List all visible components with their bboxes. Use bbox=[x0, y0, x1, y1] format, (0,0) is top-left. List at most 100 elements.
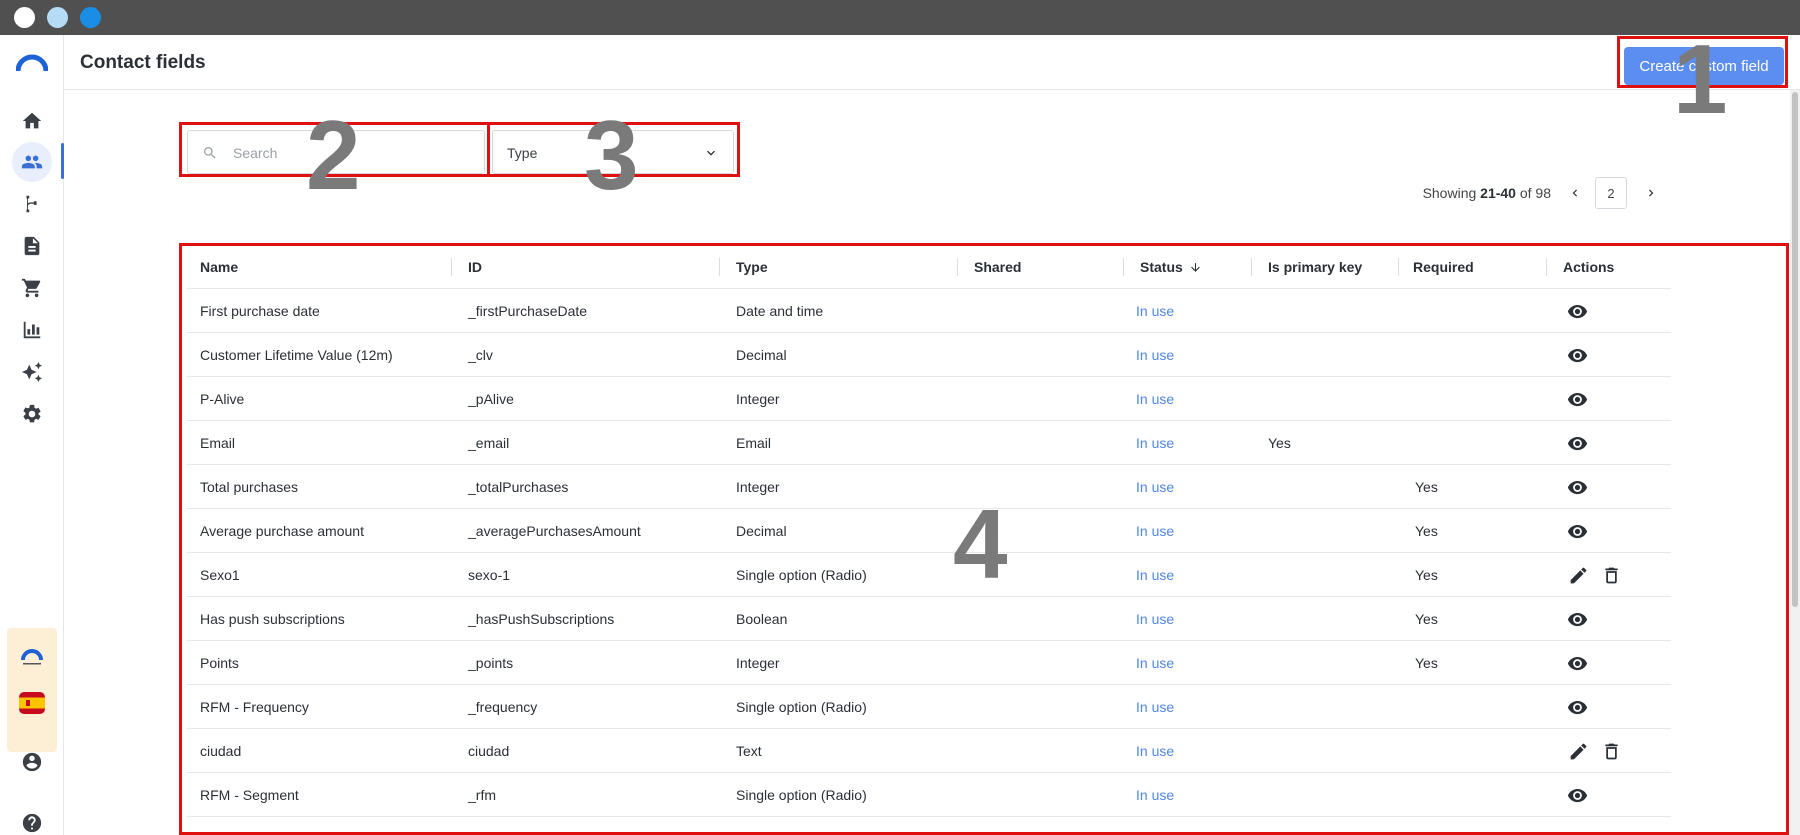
cell-required: Yes bbox=[1415, 479, 1438, 495]
cell-type: Integer bbox=[736, 391, 780, 407]
cell-status[interactable]: In use bbox=[1136, 729, 1174, 773]
sidebar-item-automation[interactable] bbox=[12, 184, 52, 224]
cell-id: _clv bbox=[468, 347, 493, 363]
table-row[interactable]: Average purchase amount _averagePurchases… bbox=[187, 509, 1671, 553]
sidebar-item-contacts[interactable] bbox=[12, 142, 52, 182]
chevron-right-icon bbox=[1649, 189, 1654, 197]
table-row[interactable]: ciudad ciudad Text In use bbox=[187, 729, 1671, 773]
cell-id: _frequency bbox=[468, 699, 538, 715]
promo-panel[interactable] bbox=[7, 628, 57, 752]
cell-status[interactable]: In use bbox=[1136, 773, 1174, 817]
previous-page-button[interactable] bbox=[1561, 179, 1589, 207]
page-title: Contact fields bbox=[80, 52, 206, 73]
view-icon[interactable] bbox=[1567, 477, 1588, 498]
cell-status[interactable]: In use bbox=[1136, 685, 1174, 729]
annotation-label-4: 4 bbox=[953, 489, 1008, 599]
search-icon bbox=[204, 147, 216, 159]
spain-flag-icon[interactable] bbox=[19, 692, 45, 714]
window-maximize-button[interactable] bbox=[80, 7, 101, 28]
cell-type: Decimal bbox=[736, 523, 787, 539]
cell-status[interactable]: In use bbox=[1136, 597, 1174, 641]
sidebar-item-home[interactable] bbox=[12, 101, 52, 141]
table-row[interactable]: P-Alive _pAlive Integer In use bbox=[187, 377, 1671, 421]
sidebar-item-ai[interactable] bbox=[12, 352, 52, 392]
cell-type: Email bbox=[736, 435, 772, 451]
table-row[interactable]: Has push subscriptions _hasPushSubscripti… bbox=[187, 597, 1671, 641]
column-header-status-label: Status bbox=[1140, 259, 1183, 275]
table-row[interactable]: RFM - Segment _rfm Single option (Radio) In… bbox=[187, 773, 1671, 817]
window-titlebar bbox=[0, 0, 1800, 35]
delete-icon[interactable] bbox=[1601, 741, 1622, 762]
cell-name: Email bbox=[200, 435, 236, 451]
table-row[interactable]: RFM - Frequency _frequency Single option (… bbox=[187, 685, 1671, 729]
column-header-primary-key[interactable]: Is primary key bbox=[1268, 245, 1362, 289]
annotation-label-3: 3 bbox=[584, 100, 639, 210]
settings-icon bbox=[23, 404, 41, 423]
pagination-total: of 98 bbox=[1519, 185, 1551, 201]
cell-status[interactable]: In use bbox=[1136, 289, 1174, 333]
table-row[interactable]: Sexo1 sexo-1 Single option (Radio) In use Ye… bbox=[187, 553, 1671, 597]
cell-type: Single option (Radio) bbox=[736, 567, 867, 583]
sidebar-active-indicator bbox=[61, 143, 64, 179]
cell-id: ciudad bbox=[468, 743, 510, 759]
column-header-name[interactable]: Name bbox=[200, 245, 238, 289]
window-close-button[interactable] bbox=[14, 7, 35, 28]
edit-icon[interactable] bbox=[1568, 741, 1589, 762]
table-row[interactable]: Points _points Integer In use Yes bbox=[187, 641, 1671, 685]
view-icon[interactable] bbox=[1567, 389, 1588, 410]
delete-icon[interactable] bbox=[1601, 565, 1622, 586]
view-icon[interactable] bbox=[1567, 521, 1588, 542]
page-header: Contact fields Create custom field bbox=[64, 35, 1800, 90]
sidebar bbox=[0, 35, 64, 835]
view-icon[interactable] bbox=[1567, 301, 1588, 322]
scrollbar-thumb[interactable] bbox=[1792, 92, 1798, 607]
table-row[interactable]: First purchase date _firstPurchaseDate Dat… bbox=[187, 289, 1671, 333]
column-header-status[interactable]: Status bbox=[1140, 245, 1202, 289]
ai-icon bbox=[21, 361, 43, 383]
view-icon[interactable] bbox=[1567, 653, 1588, 674]
cell-required: Yes bbox=[1415, 655, 1438, 671]
sidebar-item-account[interactable] bbox=[12, 742, 52, 782]
table-row[interactable]: Total purchases _totalPurchases Integer In … bbox=[187, 465, 1671, 509]
cell-status[interactable]: In use bbox=[1136, 465, 1174, 509]
cell-id: _pAlive bbox=[468, 391, 514, 407]
cell-status[interactable]: In use bbox=[1136, 641, 1174, 685]
sidebar-item-content[interactable] bbox=[12, 226, 52, 266]
help-icon bbox=[22, 813, 42, 833]
column-header-id[interactable]: ID bbox=[468, 245, 482, 289]
annotation-label-2: 2 bbox=[306, 100, 361, 210]
cell-status[interactable]: In use bbox=[1136, 377, 1174, 421]
column-header-shared[interactable]: Shared bbox=[974, 245, 1021, 289]
window-minimize-button[interactable] bbox=[47, 7, 68, 28]
table-row[interactable]: Customer Lifetime Value (12m) _clv Decimal… bbox=[187, 333, 1671, 377]
view-icon[interactable] bbox=[1567, 433, 1588, 454]
view-icon[interactable] bbox=[1567, 785, 1588, 806]
column-header-required[interactable]: Required bbox=[1413, 245, 1474, 289]
sort-descending-icon[interactable] bbox=[1189, 247, 1202, 291]
view-icon[interactable] bbox=[1567, 697, 1588, 718]
sidebar-item-reports[interactable] bbox=[12, 310, 52, 350]
cell-status[interactable]: In use bbox=[1136, 333, 1174, 377]
cell-name: Points bbox=[200, 655, 239, 671]
content-icon bbox=[24, 236, 40, 256]
next-page-button[interactable] bbox=[1637, 179, 1665, 207]
app-logo-icon[interactable] bbox=[16, 53, 48, 73]
view-icon[interactable] bbox=[1567, 609, 1588, 630]
cell-id: _points bbox=[468, 655, 514, 671]
page-scrollbar[interactable] bbox=[1790, 90, 1800, 835]
sidebar-item-settings[interactable] bbox=[12, 394, 52, 434]
cell-status[interactable]: In use bbox=[1136, 509, 1174, 553]
edit-icon[interactable] bbox=[1568, 565, 1589, 586]
page-number-input[interactable]: 2 bbox=[1595, 177, 1627, 209]
search-placeholder: Search bbox=[233, 145, 278, 161]
view-icon[interactable] bbox=[1567, 345, 1588, 366]
cell-status[interactable]: In use bbox=[1136, 553, 1174, 597]
sidebar-item-store[interactable] bbox=[12, 268, 52, 308]
sidebar-item-help[interactable] bbox=[12, 803, 52, 835]
cell-type: Decimal bbox=[736, 347, 787, 363]
cell-status[interactable]: In use bbox=[1136, 421, 1174, 465]
table-header-row: Name ID Type Shared Status Is primary ke… bbox=[187, 245, 1671, 289]
cell-name: RFM - Segment bbox=[200, 787, 299, 803]
column-header-type[interactable]: Type bbox=[736, 245, 768, 289]
table-row[interactable]: Email _email Email In use Yes bbox=[187, 421, 1671, 465]
